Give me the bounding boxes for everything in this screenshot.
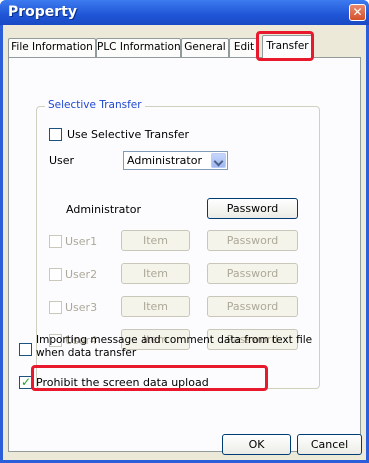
user2-label: User2	[65, 268, 98, 281]
title-bar[interactable]: Property ✕	[0, 0, 369, 25]
dialog-client: File Information PLC Information General…	[3, 25, 366, 460]
transfer-tab-highlight	[256, 31, 314, 61]
administrator-label: Administrator	[66, 203, 141, 216]
use-selective-transfer-checkbox[interactable]	[49, 128, 62, 141]
user2-password-button[interactable]: Password	[207, 263, 298, 284]
user1-checkbox[interactable]	[49, 235, 62, 248]
prohibit-option-highlight	[31, 365, 268, 391]
user1-password-button[interactable]: Password	[207, 230, 298, 251]
check-icon: ✓	[21, 375, 32, 389]
property-window: Property ✕ File Information PLC Informat…	[0, 0, 369, 463]
transfer-panel: Selective Transfer Use Selective Transfe…	[8, 57, 361, 452]
user3-label: User3	[65, 301, 98, 314]
ok-button[interactable]: OK	[222, 434, 291, 455]
close-icon: ✕	[352, 5, 363, 19]
import-comment-data-label-line2: when data transfer	[36, 347, 137, 359]
user3-item-button[interactable]: Item	[121, 296, 190, 317]
administrator-password-button[interactable]: Password	[207, 198, 298, 219]
tab-file-information[interactable]: File Information	[8, 38, 96, 57]
tab-general[interactable]: General	[181, 38, 229, 57]
user2-checkbox[interactable]	[49, 268, 62, 281]
group-title: Selective Transfer	[45, 99, 145, 111]
use-selective-transfer-label: Use Selective Transfer	[67, 128, 190, 141]
user3-checkbox[interactable]	[49, 301, 62, 314]
tab-edit[interactable]: Edit	[229, 38, 259, 57]
chevron-down-icon[interactable]	[211, 153, 226, 168]
window-title: Property	[8, 4, 78, 20]
import-comment-data-checkbox[interactable]	[19, 343, 32, 356]
user-label: User	[49, 154, 75, 167]
tab-plc-information[interactable]: PLC Information	[96, 38, 181, 57]
user1-item-button[interactable]: Item	[121, 230, 190, 251]
user1-label: User1	[65, 235, 98, 248]
cancel-button[interactable]: Cancel	[297, 434, 362, 455]
import-comment-data-label-line1: Importing message and comment data from …	[36, 334, 313, 346]
user2-item-button[interactable]: Item	[121, 263, 190, 284]
user-select[interactable]: Administrator	[123, 151, 228, 170]
close-button[interactable]: ✕	[349, 4, 366, 21]
user3-password-button[interactable]: Password	[207, 296, 298, 317]
user-select-value: Administrator	[127, 154, 202, 167]
